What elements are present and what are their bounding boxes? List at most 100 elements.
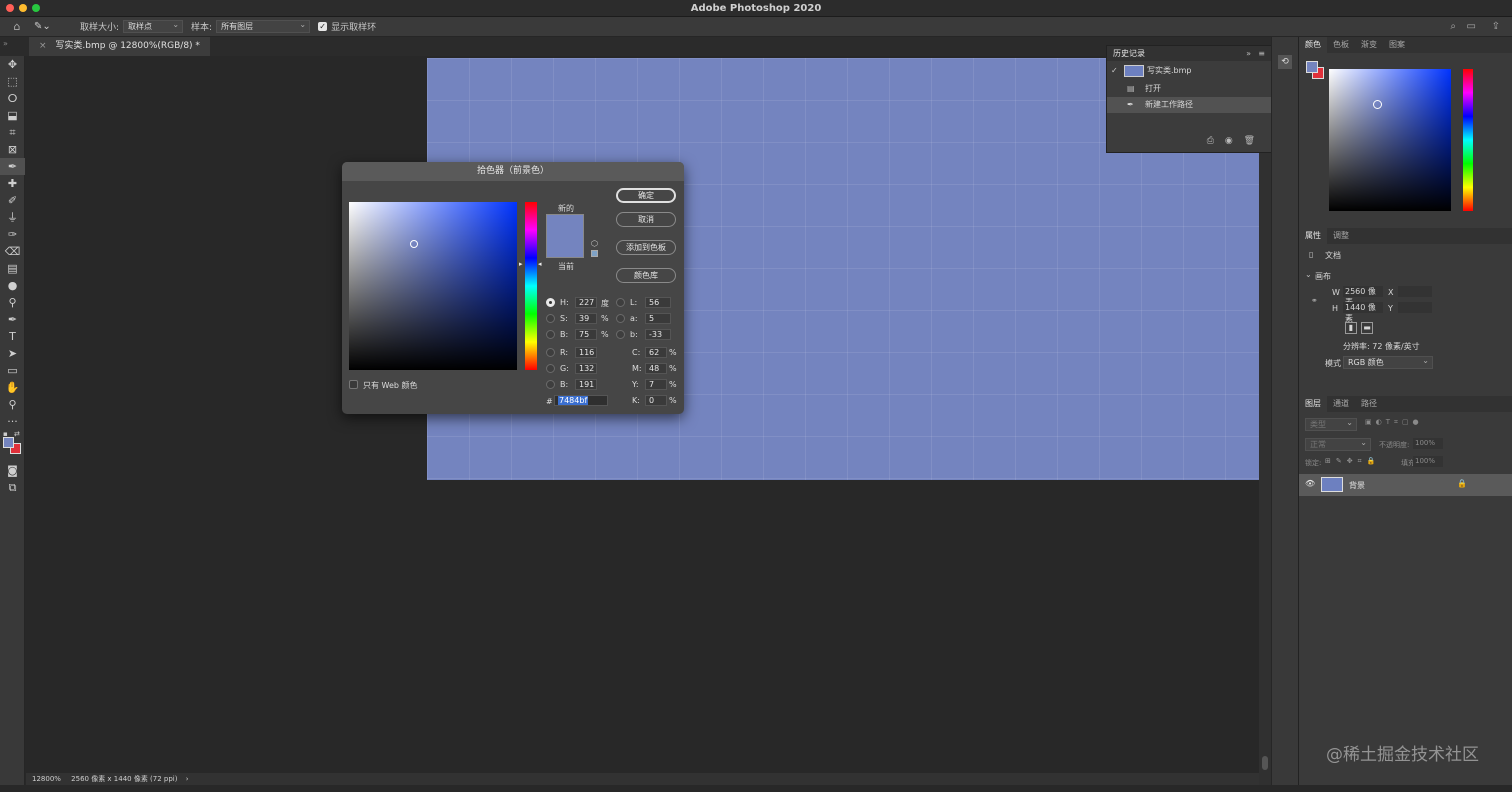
minimize-window-button[interactable] xyxy=(19,4,27,12)
document-tab[interactable]: × 写实类.bmp @ 12800%(RGB/8) * xyxy=(29,37,210,56)
hue-slider[interactable] xyxy=(1463,69,1473,211)
history-step[interactable]: ▤ 打开 xyxy=(1107,81,1271,97)
s-radio[interactable] xyxy=(546,314,555,323)
home-icon[interactable]: ⌂ xyxy=(0,20,34,33)
h-field[interactable]: 227 xyxy=(575,297,597,308)
width-field[interactable]: 2560 像素 xyxy=(1343,286,1383,307)
tab-adjustments[interactable]: 调整 xyxy=(1327,228,1355,244)
dodge-tool-icon[interactable]: ⚲ xyxy=(0,294,25,311)
a-field[interactable]: 5 xyxy=(645,313,671,324)
trash-icon[interactable]: 🗑 xyxy=(1244,136,1255,146)
g-radio[interactable] xyxy=(546,364,555,373)
m-field[interactable]: 48 xyxy=(645,363,667,374)
current-color-swatch[interactable] xyxy=(547,237,583,257)
history-title[interactable]: 历史记录 xyxy=(1113,49,1145,58)
tab-paths[interactable]: 路径 xyxy=(1355,396,1383,412)
l-radio[interactable] xyxy=(616,298,625,307)
tab-color[interactable]: 颜色 xyxy=(1299,37,1327,53)
vertical-scrollbar[interactable] xyxy=(1259,56,1271,785)
status-chevron-icon[interactable]: › xyxy=(186,775,189,783)
section-chevron-icon[interactable]: ⌄ xyxy=(1305,270,1312,279)
r-field[interactable]: 116 xyxy=(575,347,597,358)
saturation-brightness-field[interactable] xyxy=(349,202,517,370)
fg-color-chip[interactable] xyxy=(1306,61,1318,73)
cancel-button[interactable]: 取消 xyxy=(616,212,676,227)
object-select-tool-icon[interactable]: ⬓ xyxy=(0,107,25,124)
gradient-tool-icon[interactable]: ▤ xyxy=(0,260,25,277)
fill-field[interactable]: 100% xyxy=(1413,456,1443,467)
lasso-tool-icon[interactable]: ⵔ xyxy=(0,90,25,107)
tab-channels[interactable]: 通道 xyxy=(1327,396,1355,412)
layer-kind-filter[interactable]: 类型 xyxy=(1305,417,1357,431)
path-select-tool-icon[interactable]: ➤ xyxy=(0,345,25,362)
brush-tool-icon[interactable]: ✐ xyxy=(0,192,25,209)
opacity-field[interactable]: 100% xyxy=(1413,438,1443,449)
add-to-swatches-button[interactable]: 添加到色板 xyxy=(616,240,676,255)
y-field[interactable] xyxy=(1398,302,1432,313)
panel-collapse-icon[interactable]: » xyxy=(1246,46,1251,61)
g-field[interactable]: 132 xyxy=(575,363,597,374)
hue-left-arrow-icon[interactable]: ▸ xyxy=(519,260,523,268)
type-tool-icon[interactable]: T xyxy=(0,328,25,345)
lock-icons[interactable]: ⊞✎✥⌗🔒 xyxy=(1325,457,1380,466)
history-brush-tool-icon[interactable]: ✑ xyxy=(0,226,25,243)
b-radio[interactable] xyxy=(546,330,555,339)
eraser-tool-icon[interactable]: ⌫ xyxy=(0,243,25,260)
r-radio[interactable] xyxy=(546,348,555,357)
pen-tool-icon[interactable]: ✒ xyxy=(0,311,25,328)
tab-patterns[interactable]: 图案 xyxy=(1383,37,1411,53)
eyedropper-preset-icon[interactable]: ✎⌄ xyxy=(34,21,64,32)
blur-tool-icon[interactable]: ● xyxy=(0,277,25,294)
color-field[interactable] xyxy=(1329,69,1451,211)
layer-filter-icons[interactable]: ▣◐T⌗▢● xyxy=(1365,418,1423,427)
tab-swatches[interactable]: 色板 xyxy=(1327,37,1355,53)
color-field-cursor[interactable] xyxy=(1373,100,1382,109)
link-icon[interactable]: ⚭ xyxy=(1311,296,1318,305)
new-document-from-state-icon[interactable]: ⎙ xyxy=(1207,136,1214,146)
more-tools-icon[interactable]: ··· xyxy=(0,413,25,430)
tab-properties[interactable]: 属性 xyxy=(1299,228,1327,244)
hue-right-arrow-icon[interactable]: ◂ xyxy=(538,260,542,268)
scroll-thumb[interactable] xyxy=(1262,756,1268,770)
share-icon[interactable]: ⇪ xyxy=(1492,21,1500,32)
height-field[interactable]: 1440 像素 xyxy=(1343,302,1383,323)
hex-field[interactable]: 7484bf xyxy=(554,395,608,406)
crop-tool-icon[interactable]: ⌗ xyxy=(0,124,25,141)
show-ring-checkbox[interactable]: ✓ xyxy=(318,22,328,31)
swap-colors-icon[interactable]: ⇄ xyxy=(14,430,20,438)
a-radio[interactable] xyxy=(616,314,625,323)
close-window-button[interactable] xyxy=(6,4,14,12)
zoom-level[interactable]: 12800% xyxy=(32,775,61,783)
l-field[interactable]: 56 xyxy=(645,297,671,308)
h-radio[interactable] xyxy=(546,298,555,307)
portrait-icon[interactable]: ▮ xyxy=(1345,322,1357,334)
ok-button[interactable]: 确定 xyxy=(616,188,676,203)
camera-icon[interactable]: ◉ xyxy=(1225,136,1233,146)
hand-tool-icon[interactable]: ✋ xyxy=(0,379,25,396)
collapse-icon[interactable]: » xyxy=(3,39,8,48)
color-libraries-button[interactable]: 颜色库 xyxy=(616,268,676,283)
c-field[interactable]: 62 xyxy=(645,347,667,358)
tab-gradients[interactable]: 渐变 xyxy=(1355,37,1383,53)
mode-select[interactable]: RGB 颜色 xyxy=(1343,355,1433,369)
rgb-b-field[interactable]: 191 xyxy=(575,379,597,390)
history-snapshot[interactable]: ✓ 写实类.bmp xyxy=(1107,61,1271,81)
k-field[interactable]: 0 xyxy=(645,395,667,406)
rgb-b-radio[interactable] xyxy=(546,380,555,389)
eyedropper-tool-icon[interactable]: ✒ xyxy=(0,158,25,175)
frame-tool-icon[interactable]: ⊠ xyxy=(0,141,25,158)
y-field[interactable]: 7 xyxy=(645,379,667,390)
web-safe-swatch[interactable] xyxy=(591,250,598,257)
lab-b-radio[interactable] xyxy=(616,330,625,339)
sample-select[interactable]: 所有图层 xyxy=(216,19,311,33)
zoom-tool-icon[interactable]: ⚲ xyxy=(0,396,25,413)
web-only-checkbox[interactable] xyxy=(349,380,358,389)
layer-row[interactable]: 👁 背景 🔒 xyxy=(1299,474,1512,496)
lab-b-field[interactable]: -33 xyxy=(645,329,671,340)
quick-mask-icon[interactable]: ◙ xyxy=(0,462,25,479)
gamut-cube-icon[interactable]: ⬡ xyxy=(591,239,598,248)
rectangle-tool-icon[interactable]: ▭ xyxy=(0,362,25,379)
screen-mode-icon[interactable]: ⧉ xyxy=(0,479,25,496)
hue-strip[interactable] xyxy=(525,202,537,370)
clone-stamp-tool-icon[interactable]: ⏚ xyxy=(0,209,25,226)
